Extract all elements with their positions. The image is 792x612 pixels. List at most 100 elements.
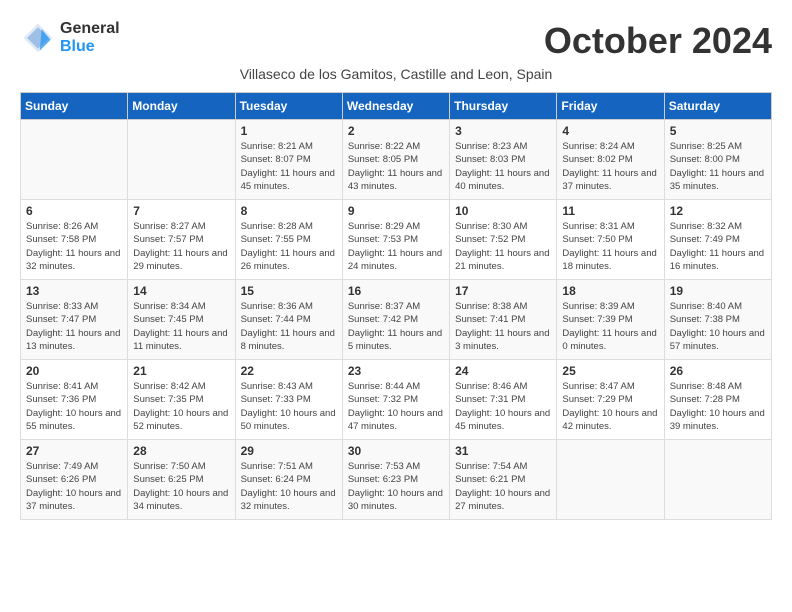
day-info: Sunrise: 8:48 AM Sunset: 7:28 PM Dayligh… (670, 380, 766, 433)
day-number: 16 (348, 284, 444, 298)
day-info: Sunrise: 8:44 AM Sunset: 7:32 PM Dayligh… (348, 380, 444, 433)
day-number: 25 (562, 364, 658, 378)
calendar-cell: 12 Sunrise: 8:32 AM Sunset: 7:49 PM Dayli… (664, 200, 771, 280)
calendar-header-monday: Monday (128, 93, 235, 120)
calendar-cell (664, 440, 771, 520)
day-number: 3 (455, 124, 551, 138)
day-number: 27 (26, 444, 122, 458)
calendar-cell: 28Sunrise: 7:50 AM Sunset: 6:25 PM Dayli… (128, 440, 235, 520)
day-number: 2 (348, 124, 444, 138)
day-number: 5 (670, 124, 766, 138)
day-number: 14 (133, 284, 229, 298)
day-number: 1 (241, 124, 337, 138)
calendar-cell (128, 120, 235, 200)
day-info: Sunrise: 8:28 AM Sunset: 7:55 PM Dayligh… (241, 220, 337, 273)
logo-icon (20, 20, 56, 56)
day-number: 22 (241, 364, 337, 378)
day-number: 7 (133, 204, 229, 218)
logo-general-text: General (60, 20, 120, 38)
logo-blue-text: Blue (60, 38, 120, 56)
calendar-cell: 5 Sunrise: 8:25 AM Sunset: 8:00 PM Daylig… (664, 120, 771, 200)
calendar-header-sunday: Sunday (21, 93, 128, 120)
calendar-cell: 11Sunrise: 8:31 AM Sunset: 7:50 PM Dayli… (557, 200, 664, 280)
calendar-cell: 31 Sunrise: 7:54 AM Sunset: 6:21 PM Dayli… (450, 440, 557, 520)
calendar-week-row: 1 Sunrise: 8:21 AM Sunset: 8:07 PM Daylig… (21, 120, 772, 200)
day-info: Sunrise: 8:37 AM Sunset: 7:42 PM Dayligh… (348, 300, 444, 353)
day-info: Sunrise: 8:21 AM Sunset: 8:07 PM Dayligh… (241, 140, 337, 193)
day-info: Sunrise: 8:39 AM Sunset: 7:39 PM Dayligh… (562, 300, 658, 353)
day-number: 13 (26, 284, 122, 298)
calendar-cell: 14 Sunrise: 8:34 AM Sunset: 7:45 PM Dayli… (128, 280, 235, 360)
calendar-cell: 7Sunrise: 8:27 AM Sunset: 7:57 PM Daylig… (128, 200, 235, 280)
day-number: 10 (455, 204, 551, 218)
day-info: Sunrise: 8:40 AM Sunset: 7:38 PM Dayligh… (670, 300, 766, 353)
calendar-cell: 1 Sunrise: 8:21 AM Sunset: 8:07 PM Daylig… (235, 120, 342, 200)
day-info: Sunrise: 8:42 AM Sunset: 7:35 PM Dayligh… (133, 380, 229, 433)
day-info: Sunrise: 7:49 AM Sunset: 6:26 PM Dayligh… (26, 460, 122, 513)
day-number: 26 (670, 364, 766, 378)
calendar-cell: 20 Sunrise: 8:41 AM Sunset: 7:36 PM Dayli… (21, 360, 128, 440)
day-number: 11 (562, 204, 658, 218)
day-number: 19 (670, 284, 766, 298)
calendar-cell: 16 Sunrise: 8:37 AM Sunset: 7:42 PM Dayli… (342, 280, 449, 360)
calendar-week-row: 13 Sunrise: 8:33 AM Sunset: 7:47 PM Dayli… (21, 280, 772, 360)
day-info: Sunrise: 8:32 AM Sunset: 7:49 PM Dayligh… (670, 220, 766, 273)
day-number: 23 (348, 364, 444, 378)
day-number: 24 (455, 364, 551, 378)
subtitle: Villaseco de los Gamitos, Castille and L… (20, 66, 772, 82)
day-number: 12 (670, 204, 766, 218)
calendar-cell: 15 Sunrise: 8:36 AM Sunset: 7:44 PM Dayli… (235, 280, 342, 360)
calendar-cell (21, 120, 128, 200)
calendar-header-friday: Friday (557, 93, 664, 120)
calendar-cell: 17 Sunrise: 8:38 AM Sunset: 7:41 PM Dayli… (450, 280, 557, 360)
day-number: 20 (26, 364, 122, 378)
calendar-header-thursday: Thursday (450, 93, 557, 120)
calendar-cell: 22 Sunrise: 8:43 AM Sunset: 7:33 PM Dayli… (235, 360, 342, 440)
calendar-cell: 30 Sunrise: 7:53 AM Sunset: 6:23 PM Dayli… (342, 440, 449, 520)
day-info: Sunrise: 8:41 AM Sunset: 7:36 PM Dayligh… (26, 380, 122, 433)
calendar-cell: 2 Sunrise: 8:22 AM Sunset: 8:05 PM Daylig… (342, 120, 449, 200)
day-number: 6 (26, 204, 122, 218)
day-number: 17 (455, 284, 551, 298)
day-info: Sunrise: 8:24 AM Sunset: 8:02 PM Dayligh… (562, 140, 658, 193)
day-info: Sunrise: 8:33 AM Sunset: 7:47 PM Dayligh… (26, 300, 122, 353)
day-info: Sunrise: 7:50 AM Sunset: 6:25 PM Dayligh… (133, 460, 229, 513)
calendar-cell: 6 Sunrise: 8:26 AM Sunset: 7:58 PM Daylig… (21, 200, 128, 280)
day-info: Sunrise: 7:51 AM Sunset: 6:24 PM Dayligh… (241, 460, 337, 513)
day-number: 9 (348, 204, 444, 218)
calendar-cell: 24 Sunrise: 8:46 AM Sunset: 7:31 PM Dayli… (450, 360, 557, 440)
day-info: Sunrise: 8:22 AM Sunset: 8:05 PM Dayligh… (348, 140, 444, 193)
calendar-week-row: 20 Sunrise: 8:41 AM Sunset: 7:36 PM Dayli… (21, 360, 772, 440)
day-number: 4 (562, 124, 658, 138)
day-info: Sunrise: 8:23 AM Sunset: 8:03 PM Dayligh… (455, 140, 551, 193)
day-number: 31 (455, 444, 551, 458)
day-info: Sunrise: 8:25 AM Sunset: 8:00 PM Dayligh… (670, 140, 766, 193)
day-info: Sunrise: 8:36 AM Sunset: 7:44 PM Dayligh… (241, 300, 337, 353)
day-info: Sunrise: 8:26 AM Sunset: 7:58 PM Dayligh… (26, 220, 122, 273)
calendar-cell: 25 Sunrise: 8:47 AM Sunset: 7:29 PM Dayli… (557, 360, 664, 440)
calendar-cell: 21Sunrise: 8:42 AM Sunset: 7:35 PM Dayli… (128, 360, 235, 440)
day-info: Sunrise: 7:54 AM Sunset: 6:21 PM Dayligh… (455, 460, 551, 513)
day-info: Sunrise: 8:38 AM Sunset: 7:41 PM Dayligh… (455, 300, 551, 353)
calendar-cell: 10Sunrise: 8:30 AM Sunset: 7:52 PM Dayli… (450, 200, 557, 280)
calendar-cell (557, 440, 664, 520)
calendar-cell: 23 Sunrise: 8:44 AM Sunset: 7:32 PM Dayli… (342, 360, 449, 440)
calendar-table: SundayMondayTuesdayWednesdayThursdayFrid… (20, 92, 772, 520)
day-number: 15 (241, 284, 337, 298)
calendar-cell: 27 Sunrise: 7:49 AM Sunset: 6:26 PM Dayli… (21, 440, 128, 520)
calendar-cell: 4 Sunrise: 8:24 AM Sunset: 8:02 PM Daylig… (557, 120, 664, 200)
day-info: Sunrise: 8:29 AM Sunset: 7:53 PM Dayligh… (348, 220, 444, 273)
calendar-header-row: SundayMondayTuesdayWednesdayThursdayFrid… (21, 93, 772, 120)
day-info: Sunrise: 8:43 AM Sunset: 7:33 PM Dayligh… (241, 380, 337, 433)
day-number: 30 (348, 444, 444, 458)
month-title: October 2024 (544, 20, 772, 62)
day-info: Sunrise: 8:34 AM Sunset: 7:45 PM Dayligh… (133, 300, 229, 353)
day-number: 29 (241, 444, 337, 458)
logo-text: General Blue (60, 20, 120, 55)
logo: General Blue (20, 20, 120, 56)
day-info: Sunrise: 8:47 AM Sunset: 7:29 PM Dayligh… (562, 380, 658, 433)
calendar-cell: 18Sunrise: 8:39 AM Sunset: 7:39 PM Dayli… (557, 280, 664, 360)
day-info: Sunrise: 7:53 AM Sunset: 6:23 PM Dayligh… (348, 460, 444, 513)
header: General Blue October 2024 (20, 20, 772, 62)
day-info: Sunrise: 8:46 AM Sunset: 7:31 PM Dayligh… (455, 380, 551, 433)
